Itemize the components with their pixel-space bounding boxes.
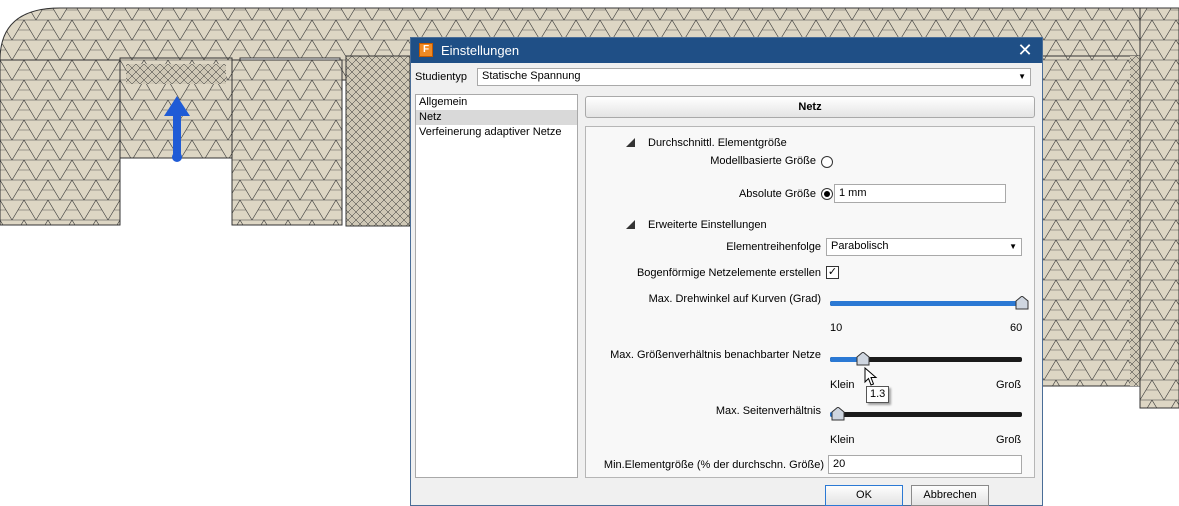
element-order-select[interactable]: Parabolisch ▼ (826, 238, 1022, 256)
absolute-size-input[interactable]: 1 mm (834, 184, 1006, 203)
growth-rate-slider-thumb[interactable] (856, 352, 870, 366)
max-angle-slider[interactable] (830, 296, 1029, 310)
collapse-triangle-icon[interactable] (626, 138, 635, 147)
growth-rate-slider[interactable] (830, 352, 1022, 366)
absolute-size-label: Absolute Größe (738, 188, 816, 200)
model-based-size-radio[interactable] (821, 156, 833, 168)
nav-item-netz[interactable]: Netz (416, 110, 577, 125)
ok-button[interactable]: OK (825, 485, 903, 506)
collapse-triangle-icon[interactable] (626, 220, 635, 229)
max-angle-max-label: 60 (1010, 322, 1023, 334)
max-angle-slider-thumb[interactable] (1015, 296, 1029, 310)
aspect-ratio-min-label: Klein (830, 434, 855, 446)
growth-rate-tooltip: 1.3 (866, 386, 890, 403)
growth-rate-max-label: Groß (996, 379, 1022, 391)
dialog-title: Einstellungen (441, 43, 520, 58)
max-angle-min-label: 10 (830, 322, 843, 334)
model-based-size-label: Modellbasierte Größe (710, 155, 816, 167)
dialog-titlebar[interactable]: F Einstellungen ✕ (411, 38, 1042, 63)
study-type-label: Studientyp (415, 71, 467, 83)
chevron-down-icon: ▼ (1018, 72, 1026, 81)
cancel-button[interactable]: Abbrechen (911, 485, 989, 506)
curved-elements-label: Bogenförmige Netzelemente erstellen (636, 267, 821, 279)
nav-item-allgemein[interactable]: Allgemein (416, 95, 577, 110)
growth-rate-label: Max. Größenverhältnis benachbarter Netze (610, 349, 821, 361)
settings-nav-list: Allgemein Netz Verfeinerung adaptiver Ne… (415, 94, 578, 478)
close-icon[interactable]: ✕ (1014, 40, 1036, 60)
settings-dialog: F Einstellungen ✕ Studientyp Statische S… (410, 37, 1043, 506)
study-type-value: Statische Spannung (482, 70, 581, 82)
fusion-icon: F (419, 43, 433, 57)
avg-size-section-title: Durchschnittl. Elementgröße (648, 137, 787, 149)
absolute-size-radio[interactable] (821, 188, 833, 200)
growth-rate-min-label: Klein (830, 379, 855, 391)
aspect-ratio-label: Max. Seitenverhältnis (715, 405, 821, 417)
chevron-down-icon: ▼ (1009, 242, 1017, 251)
aspect-ratio-slider[interactable] (830, 407, 1022, 421)
aspect-ratio-slider-thumb[interactable] (831, 407, 845, 421)
panel-header: Netz (585, 96, 1035, 118)
mesh-settings-panel: Durchschnittl. Elementgröße Modellbasier… (585, 126, 1035, 478)
nav-item-adaptive-refinement[interactable]: Verfeinerung adaptiver Netze (416, 125, 577, 140)
advanced-section-title: Erweiterte Einstellungen (648, 219, 767, 231)
curved-elements-checkbox[interactable]: ✓ (826, 266, 839, 279)
study-type-select[interactable]: Statische Spannung ▼ (477, 68, 1031, 86)
element-order-label: Elementreihenfolge (726, 241, 821, 253)
mouse-pointer-icon (864, 367, 878, 386)
min-element-size-input[interactable]: 20 (828, 455, 1022, 474)
max-angle-slider-fill (830, 301, 1022, 306)
element-order-value: Parabolisch (831, 240, 889, 252)
aspect-ratio-max-label: Groß (996, 434, 1022, 446)
min-element-size-label: Min.Elementgröße (% der durchschn. Größe… (603, 459, 824, 471)
max-angle-label: Max. Drehwinkel auf Kurven (Grad) (648, 293, 821, 305)
